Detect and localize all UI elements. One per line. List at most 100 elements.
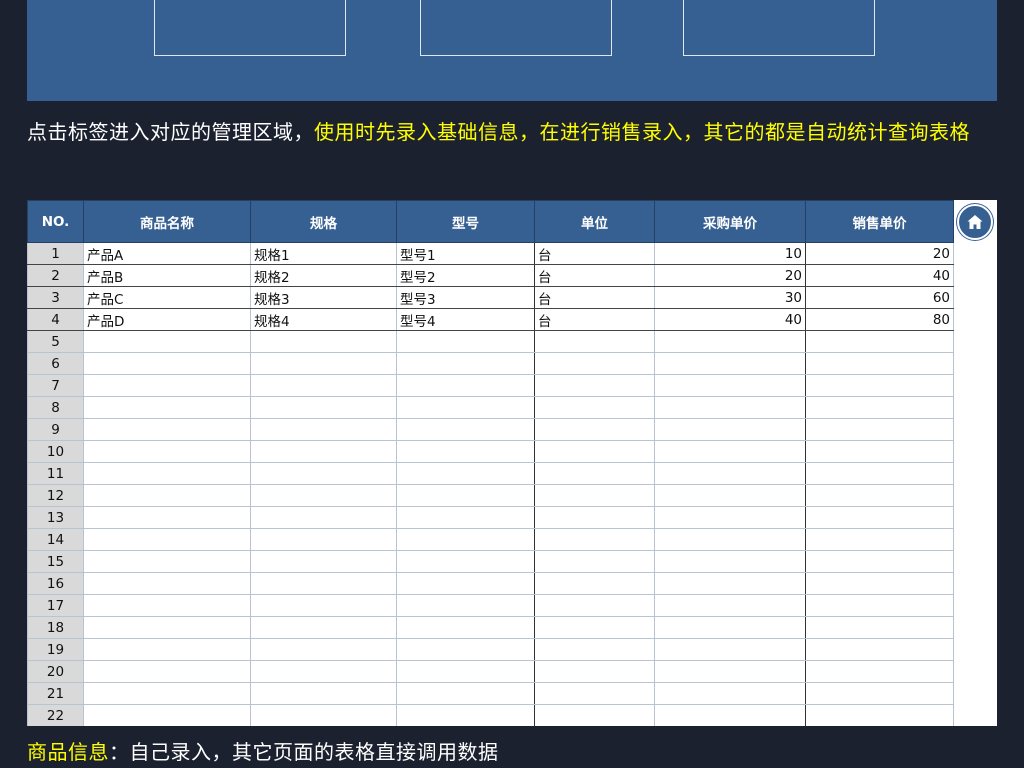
model-cell[interactable] <box>396 352 535 375</box>
banner-tab-3[interactable] <box>683 0 875 56</box>
unit-cell[interactable] <box>534 330 655 353</box>
row-number-cell[interactable]: 15 <box>27 550 84 573</box>
sale-price-cell[interactable] <box>805 594 954 617</box>
model-cell[interactable]: 型号3 <box>396 286 535 309</box>
purchase-price-cell[interactable] <box>654 704 806 726</box>
purchase-price-cell[interactable] <box>654 506 806 529</box>
purchase-price-cell[interactable]: 30 <box>654 286 806 309</box>
purchase-price-cell[interactable]: 40 <box>654 308 806 331</box>
row-number-cell[interactable]: 22 <box>27 704 84 726</box>
model-cell[interactable] <box>396 660 535 683</box>
unit-cell[interactable] <box>534 550 655 573</box>
sale-price-cell[interactable]: 20 <box>805 242 954 265</box>
unit-cell[interactable] <box>534 396 655 419</box>
unit-cell[interactable]: 台 <box>534 308 655 331</box>
model-cell[interactable] <box>396 594 535 617</box>
model-cell[interactable] <box>396 506 535 529</box>
unit-cell[interactable] <box>534 572 655 595</box>
header-unit[interactable]: 单位 <box>534 200 655 243</box>
sale-price-cell[interactable] <box>805 572 954 595</box>
spec-cell[interactable] <box>250 396 397 419</box>
sale-price-cell[interactable] <box>805 638 954 661</box>
product-name-cell[interactable]: 产品B <box>83 264 251 287</box>
spec-cell[interactable] <box>250 330 397 353</box>
row-number-cell[interactable]: 8 <box>27 396 84 419</box>
sale-price-cell[interactable]: 80 <box>805 308 954 331</box>
model-cell[interactable]: 型号4 <box>396 308 535 331</box>
spec-cell[interactable] <box>250 440 397 463</box>
row-number-cell[interactable]: 3 <box>27 286 84 309</box>
purchase-price-cell[interactable] <box>654 572 806 595</box>
purchase-price-cell[interactable] <box>654 396 806 419</box>
row-number-cell[interactable]: 2 <box>27 264 84 287</box>
unit-cell[interactable] <box>534 352 655 375</box>
model-cell[interactable]: 型号2 <box>396 264 535 287</box>
row-number-cell[interactable]: 17 <box>27 594 84 617</box>
spec-cell[interactable] <box>250 506 397 529</box>
unit-cell[interactable] <box>534 484 655 507</box>
row-number-cell[interactable]: 9 <box>27 418 84 441</box>
product-name-cell[interactable] <box>83 396 251 419</box>
spec-cell[interactable]: 规格2 <box>250 264 397 287</box>
home-button[interactable] <box>957 204 993 240</box>
purchase-price-cell[interactable] <box>654 682 806 705</box>
product-name-cell[interactable] <box>83 616 251 639</box>
unit-cell[interactable] <box>534 660 655 683</box>
model-cell[interactable] <box>396 616 535 639</box>
row-number-cell[interactable]: 19 <box>27 638 84 661</box>
product-name-cell[interactable] <box>83 682 251 705</box>
model-cell[interactable]: 型号1 <box>396 242 535 265</box>
model-cell[interactable] <box>396 396 535 419</box>
product-name-cell[interactable] <box>83 484 251 507</box>
unit-cell[interactable]: 台 <box>534 264 655 287</box>
model-cell[interactable] <box>396 704 535 726</box>
sale-price-cell[interactable] <box>805 682 954 705</box>
purchase-price-cell[interactable] <box>654 616 806 639</box>
sale-price-cell[interactable] <box>805 660 954 683</box>
spec-cell[interactable] <box>250 418 397 441</box>
banner-tab-1[interactable] <box>154 0 346 56</box>
unit-cell[interactable] <box>534 638 655 661</box>
product-name-cell[interactable] <box>83 660 251 683</box>
model-cell[interactable] <box>396 528 535 551</box>
unit-cell[interactable] <box>534 704 655 726</box>
row-number-cell[interactable]: 1 <box>27 242 84 265</box>
row-number-cell[interactable]: 18 <box>27 616 84 639</box>
sale-price-cell[interactable] <box>805 396 954 419</box>
row-number-cell[interactable]: 16 <box>27 572 84 595</box>
row-number-cell[interactable]: 7 <box>27 374 84 397</box>
product-name-cell[interactable] <box>83 550 251 573</box>
model-cell[interactable] <box>396 330 535 353</box>
spec-cell[interactable]: 规格4 <box>250 308 397 331</box>
sale-price-cell[interactable]: 60 <box>805 286 954 309</box>
model-cell[interactable] <box>396 418 535 441</box>
header-spec[interactable]: 规格 <box>250 200 397 243</box>
sale-price-cell[interactable] <box>805 506 954 529</box>
product-name-cell[interactable] <box>83 572 251 595</box>
purchase-price-cell[interactable] <box>654 638 806 661</box>
product-name-cell[interactable] <box>83 440 251 463</box>
purchase-price-cell[interactable] <box>654 484 806 507</box>
row-number-cell[interactable]: 20 <box>27 660 84 683</box>
spec-cell[interactable] <box>250 462 397 485</box>
purchase-price-cell[interactable] <box>654 660 806 683</box>
purchase-price-cell[interactable] <box>654 330 806 353</box>
spec-cell[interactable] <box>250 682 397 705</box>
banner-tab-2[interactable] <box>420 0 612 56</box>
product-name-cell[interactable] <box>83 374 251 397</box>
unit-cell[interactable]: 台 <box>534 242 655 265</box>
sale-price-cell[interactable] <box>805 462 954 485</box>
purchase-price-cell[interactable] <box>654 440 806 463</box>
unit-cell[interactable] <box>534 440 655 463</box>
row-number-cell[interactable]: 21 <box>27 682 84 705</box>
spec-cell[interactable] <box>250 616 397 639</box>
purchase-price-cell[interactable]: 20 <box>654 264 806 287</box>
sale-price-cell[interactable] <box>805 440 954 463</box>
spec-cell[interactable] <box>250 572 397 595</box>
purchase-price-cell[interactable] <box>654 418 806 441</box>
sale-price-cell[interactable] <box>805 550 954 573</box>
purchase-price-cell[interactable] <box>654 550 806 573</box>
product-name-cell[interactable] <box>83 704 251 726</box>
purchase-price-cell[interactable] <box>654 462 806 485</box>
purchase-price-cell[interactable] <box>654 528 806 551</box>
